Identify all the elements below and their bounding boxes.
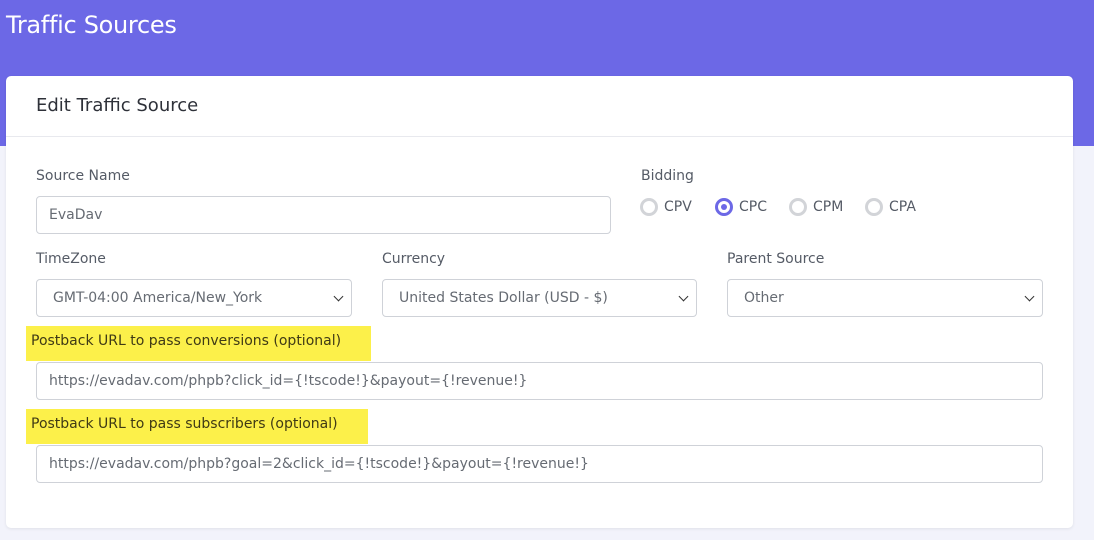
timezone-label: TimeZone	[36, 251, 106, 267]
postback-conversions-label: Postback URL to pass conversions (option…	[26, 326, 372, 361]
timezone-select[interactable]: GMT-04:00 America/New_York	[36, 279, 352, 317]
timezone-selected-value: GMT-04:00 America/New_York	[53, 290, 263, 306]
radio-unchecked-icon	[789, 198, 807, 216]
bidding-option-cpc[interactable]: CPC	[715, 196, 767, 218]
bidding-option-label: CPV	[664, 199, 692, 215]
bidding-label: Bidding	[641, 168, 694, 184]
radio-unchecked-icon	[865, 198, 883, 216]
parent-source-label: Parent Source	[727, 251, 825, 267]
radio-unchecked-icon	[640, 198, 658, 216]
bidding-option-cpa[interactable]: CPA	[865, 196, 916, 218]
chevron-down-icon	[1024, 291, 1035, 302]
parent-source-selected-value: Other	[744, 290, 784, 306]
bidding-option-cpv[interactable]: CPV	[640, 196, 692, 218]
currency-select[interactable]: United States Dollar (USD - $)	[382, 279, 697, 317]
page-title: Traffic Sources	[6, 11, 177, 39]
source-name-input[interactable]: EvaDav	[36, 196, 611, 234]
currency-selected-value: United States Dollar (USD - $)	[399, 290, 608, 306]
chevron-down-icon	[333, 291, 344, 302]
edit-traffic-source-card: Edit Traffic Source Source Name EvaDav B…	[6, 76, 1073, 528]
currency-label: Currency	[382, 251, 446, 267]
card-title: Edit Traffic Source	[36, 95, 199, 116]
postback-conversions-input[interactable]: https://evadav.com/phpb?click_id={!tscod…	[36, 362, 1043, 400]
card-header: Edit Traffic Source	[6, 76, 1073, 137]
radio-checked-icon	[715, 198, 733, 216]
chevron-down-icon	[678, 291, 689, 302]
source-name-label: Source Name	[36, 168, 130, 184]
postback-subscribers-input[interactable]: https://evadav.com/phpb?goal=2&click_id=…	[36, 445, 1043, 483]
bidding-option-label: CPC	[739, 199, 767, 215]
postback-subscribers-label: Postback URL to pass subscribers (option…	[26, 409, 368, 444]
bidding-option-label: CPA	[889, 199, 916, 215]
parent-source-select[interactable]: Other	[727, 279, 1043, 317]
bidding-option-cpm[interactable]: CPM	[789, 196, 843, 218]
bidding-option-label: CPM	[813, 199, 844, 215]
